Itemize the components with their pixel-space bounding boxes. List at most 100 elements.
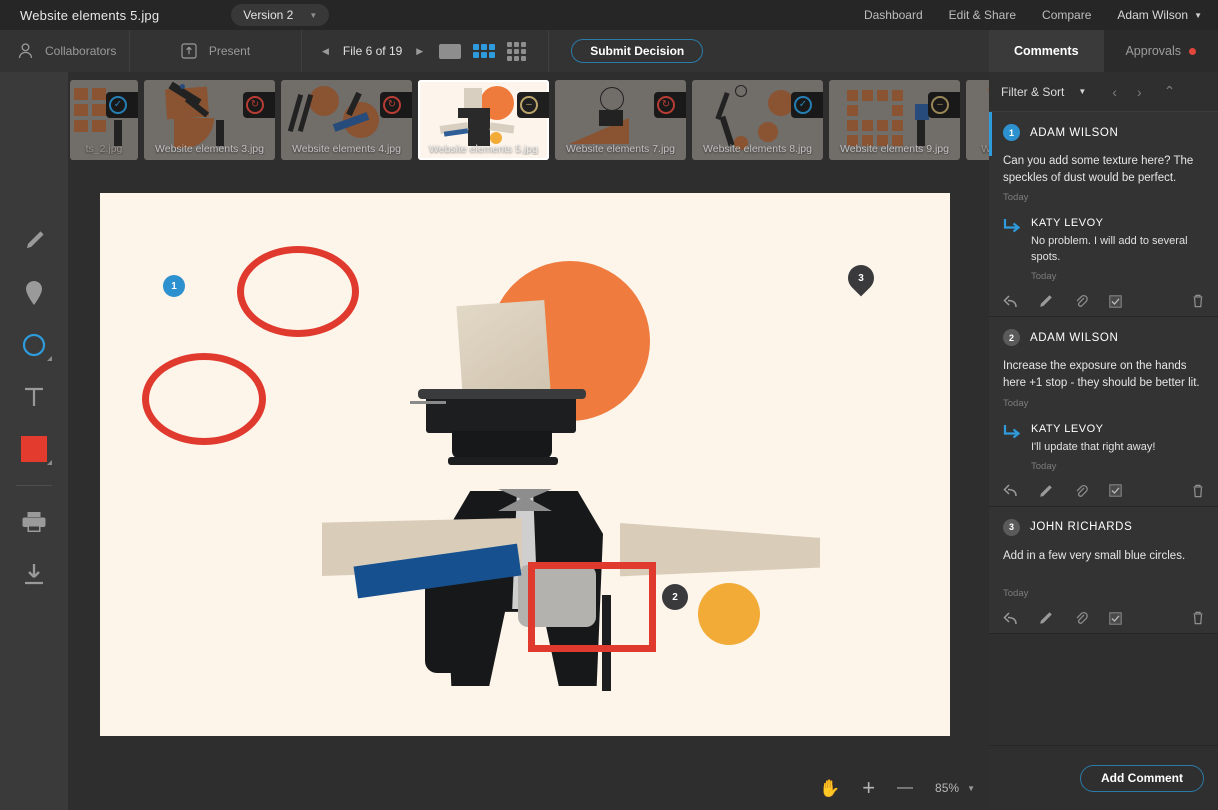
thumbnail-label: Website elements 3.jpg	[144, 143, 275, 155]
comment-marker-1[interactable]: 1	[163, 275, 185, 297]
thumbnail-filmstrip[interactable]: ✓ ts_2.jpg ↻ Website elements 3.jpg	[68, 72, 989, 168]
user-menu[interactable]: Adam Wilson	[1117, 8, 1188, 22]
thumbnail-item[interactable]: ↻ Website elements 7.jpg	[555, 80, 686, 160]
edit-icon[interactable]	[1039, 611, 1053, 625]
tool-rail	[0, 72, 68, 810]
thumbnail-item-active[interactable]: – Website elements 5.jpg	[418, 80, 549, 160]
checkbox-icon[interactable]	[1109, 484, 1122, 497]
annotation-rectangle[interactable]	[528, 562, 656, 652]
tab-approvals[interactable]: Approvals	[1104, 30, 1218, 72]
comment-marker-3[interactable]: 3	[843, 260, 880, 297]
view-mode-grid9-icon[interactable]	[507, 42, 526, 61]
canvas-area[interactable]: 1 2 3	[68, 168, 989, 810]
reply-icon[interactable]	[1003, 295, 1018, 308]
reply-arrow-icon	[1003, 218, 1023, 282]
comment-author: ADAM WILSON	[1030, 127, 1118, 139]
submit-decision-button[interactable]: Submit Decision	[571, 39, 703, 63]
edit-icon[interactable]	[1039, 294, 1053, 308]
collaborators-button[interactable]: Collaborators	[0, 30, 130, 72]
artboard[interactable]: 1 2 3	[100, 193, 950, 736]
filter-sort-button[interactable]: Filter & Sort	[1001, 85, 1064, 99]
zoom-level-value[interactable]: 85%	[935, 781, 959, 795]
reply-timestamp: Today	[1031, 461, 1155, 472]
pending-icon: –	[931, 96, 949, 114]
pencil-icon	[21, 228, 47, 254]
typewriter-keys	[452, 431, 552, 459]
nav-dashboard[interactable]: Dashboard	[864, 8, 923, 22]
rejected-icon: ↻	[383, 96, 401, 114]
next-file-button[interactable]: ▶	[416, 46, 423, 57]
collapse-panel-button[interactable]: ⌃	[1164, 83, 1176, 100]
trash-icon[interactable]	[1192, 484, 1204, 498]
view-mode-single-icon[interactable]	[439, 44, 461, 59]
annotation-ellipse-2[interactable]	[142, 353, 266, 445]
comment-reply: KATY LEVOY I'll update that right away! …	[1003, 423, 1204, 472]
add-comment-button[interactable]: Add Comment	[1080, 765, 1204, 792]
trash-icon[interactable]	[1192, 294, 1204, 308]
comment-thread[interactable]: 2 ADAM WILSON Increase the exposure on t…	[989, 317, 1218, 506]
comment-thread[interactable]: 1 ADAM WILSON Can you add some texture h…	[989, 112, 1218, 317]
tool-pin[interactable]	[10, 267, 58, 319]
present-button[interactable]: Present	[130, 30, 302, 72]
chevron-down-icon[interactable]: ▼	[1194, 11, 1202, 20]
zoom-in-button[interactable]: +	[862, 777, 875, 799]
nav-compare[interactable]: Compare	[1042, 8, 1091, 22]
comments-list[interactable]: 1 ADAM WILSON Can you add some texture h…	[989, 112, 1218, 745]
reply-arrow-icon	[1003, 424, 1023, 472]
tool-color[interactable]	[10, 423, 58, 475]
filter-sort-row: Filter & Sort ▼ ‹ › ⌃	[989, 72, 1218, 112]
circle-icon	[21, 332, 47, 358]
thumbnail-item[interactable]: ↻ Website elements 4.jpg	[281, 80, 412, 160]
view-mode-grid3-icon[interactable]	[473, 44, 495, 58]
tool-download[interactable]	[10, 548, 58, 600]
approved-icon: ✓	[109, 96, 127, 114]
tool-circle[interactable]	[10, 319, 58, 371]
tab-comments[interactable]: Comments	[989, 30, 1104, 72]
edit-icon[interactable]	[1039, 484, 1053, 498]
prev-file-button[interactable]: ◀	[322, 46, 329, 57]
comment-timestamp: Today	[1003, 192, 1204, 203]
reply-icon[interactable]	[1003, 612, 1018, 625]
zoom-controls: ✋ + — 85% ▼	[68, 766, 989, 810]
thumbnail-label: Website elements 5.jpg	[418, 143, 549, 155]
reply-icon[interactable]	[1003, 484, 1018, 497]
right-panel: Comments Approvals Filter & Sort ▼ ‹ › ⌃…	[989, 30, 1218, 810]
tool-expand-corner-icon[interactable]	[47, 460, 52, 465]
attach-icon[interactable]	[1074, 294, 1088, 308]
chevron-down-icon[interactable]: ▼	[967, 784, 975, 793]
tool-pencil[interactable]	[10, 215, 58, 267]
next-comment-button[interactable]: ›	[1137, 84, 1142, 100]
version-selector[interactable]: Version 2 ▼	[231, 4, 329, 26]
comment-reply: KATY LEVOY No problem. I will add to sev…	[1003, 217, 1204, 282]
tool-print[interactable]	[10, 496, 58, 548]
checkbox-icon[interactable]	[1109, 295, 1122, 308]
zoom-out-button[interactable]: —	[897, 780, 913, 796]
chevron-down-icon: ▼	[309, 11, 317, 20]
tab-approvals-label: Approvals	[1125, 44, 1181, 58]
pan-hand-icon[interactable]: ✋	[819, 780, 840, 797]
prev-comment-button[interactable]: ‹	[1112, 84, 1117, 100]
pending-icon: –	[520, 96, 538, 114]
comment-number-badge: 2	[1003, 329, 1020, 346]
comment-body: Add in a few very small blue circles.	[1003, 548, 1204, 565]
comment-author: JOHN RICHARDS	[1030, 521, 1132, 533]
tool-expand-corner-icon[interactable]	[47, 356, 52, 361]
comment-marker-2[interactable]: 2	[662, 584, 688, 610]
comment-header: 2 ADAM WILSON	[1003, 329, 1204, 346]
trash-icon[interactable]	[1192, 611, 1204, 625]
thumbnail-item[interactable]: – Website elements 9.jpg	[829, 80, 960, 160]
chevron-down-icon[interactable]: ▼	[1078, 87, 1086, 96]
attach-icon[interactable]	[1074, 484, 1088, 498]
tool-text[interactable]	[10, 371, 58, 423]
thumbnail-item[interactable]: ↻ Website elements 3.jpg	[144, 80, 275, 160]
annotation-ellipse-1[interactable]	[237, 246, 359, 337]
comment-actions	[1003, 611, 1204, 625]
checkbox-icon[interactable]	[1109, 612, 1122, 625]
reply-author: KATY LEVOY	[1031, 217, 1204, 229]
comment-author: ADAM WILSON	[1030, 332, 1118, 344]
attach-icon[interactable]	[1074, 611, 1088, 625]
comment-body: Can you add some texture here? The speck…	[1003, 153, 1204, 186]
comment-thread[interactable]: 3 JOHN RICHARDS Add in a few very small …	[989, 507, 1218, 635]
thumbnail-label: Website elements 7.jpg	[555, 143, 686, 155]
thumbnail-item[interactable]: ✓ Website elements 8.jpg	[692, 80, 823, 160]
